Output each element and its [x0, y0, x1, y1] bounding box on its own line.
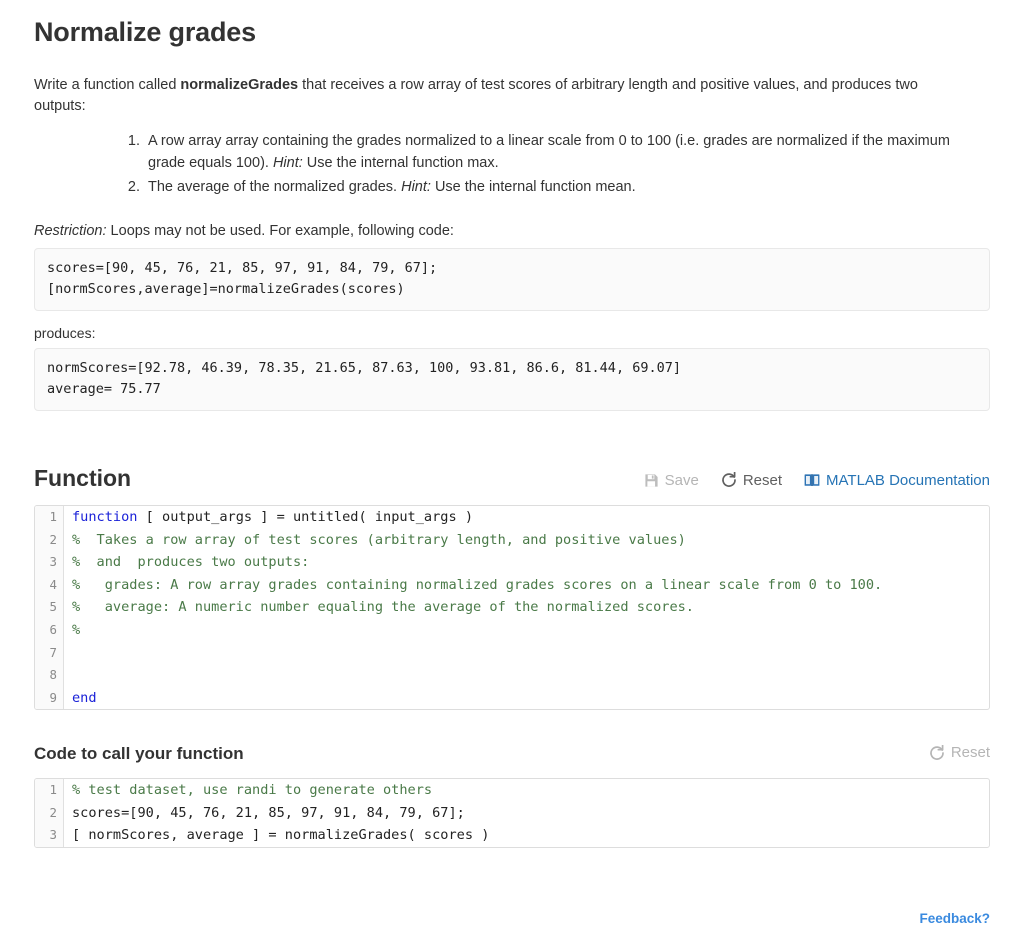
- code-text[interactable]: %: [64, 619, 989, 642]
- line-number: 4: [35, 573, 64, 597]
- produces-label: produces:: [34, 324, 96, 341]
- refresh-icon: [929, 744, 945, 761]
- line-number: 1: [35, 778, 64, 802]
- page-title: Normalize grades: [34, 17, 256, 47]
- code-text[interactable]: function [ output_args ] = untitled( inp…: [64, 506, 989, 529]
- call-toolbar: Reset: [929, 744, 990, 764]
- code-token: % average: A numeric number equaling the…: [72, 599, 694, 616]
- function-toolbar: Save Reset MATLAB Documentation: [644, 472, 990, 491]
- code-text[interactable]: % average: A numeric number equaling the…: [64, 596, 989, 619]
- code-line[interactable]: 6 %: [35, 619, 989, 642]
- code-text[interactable]: end: [64, 687, 989, 710]
- save-label: Save: [664, 471, 699, 489]
- code-line[interactable]: 8: [35, 664, 989, 687]
- example-output-block: normScores=[92.78, 46.39, 78.35, 21.65, …: [34, 347, 990, 411]
- function-code-editor[interactable]: 1 function [ output_args ] = untitled( i…: [34, 505, 990, 711]
- code-token: function: [72, 509, 138, 526]
- intro-text-before: Write a function called: [34, 77, 181, 94]
- line-number: 2: [35, 801, 64, 825]
- code-token: end: [72, 689, 97, 706]
- code-text[interactable]: % and produces two outputs:: [64, 551, 989, 574]
- code-line[interactable]: 7: [35, 641, 989, 665]
- line-number: 2: [35, 528, 64, 552]
- restriction-label: Restriction:: [34, 222, 107, 239]
- refresh-icon: [721, 472, 737, 488]
- call-code-editor[interactable]: 1 % test dataset, use randi to generate …: [34, 777, 990, 848]
- call-editor-lines: 1 % test dataset, use randi to generate …: [35, 778, 989, 847]
- code-token: % and produces two outputs:: [72, 554, 310, 571]
- function-editor-lines: 1 function [ output_args ] = untitled( i…: [35, 506, 989, 710]
- floppy-disk-icon: [644, 473, 659, 488]
- call-heading: Code to call your function: [34, 744, 244, 764]
- code-text[interactable]: % Takes a row array of test scores (arbi…: [64, 529, 989, 552]
- output-hint-1: Use the internal function max.: [302, 155, 499, 172]
- outputs-list: A row array array containing the grades …: [34, 131, 990, 198]
- function-heading: Function: [34, 464, 132, 491]
- reset-label: Reset: [742, 471, 783, 489]
- code-token: [ normScores, average ] = normalizeGrade…: [72, 827, 490, 844]
- example-code-block: scores=[90, 45, 76, 21, 85, 97, 91, 84, …: [34, 247, 990, 311]
- code-line[interactable]: 1 function [ output_args ] = untitled( i…: [35, 506, 989, 529]
- line-number: 6: [35, 619, 64, 642]
- list-item: A row array array containing the grades …: [144, 131, 990, 175]
- line-number: 3: [35, 551, 64, 574]
- code-line[interactable]: 2 % Takes a row array of test scores (ar…: [35, 528, 989, 552]
- code-line[interactable]: 3 [ normScores, average ] = normalizeGra…: [35, 824, 989, 847]
- matlab-documentation-link[interactable]: MATLAB Documentation: [804, 473, 990, 488]
- code-token: % test dataset, use randi to generate ot…: [72, 781, 433, 798]
- restriction-body: Loops may not be used. For example, foll…: [106, 222, 454, 239]
- function-section-header: Function Save Reset MATLAB Documentation: [34, 465, 990, 491]
- code-line[interactable]: 2 scores=[90, 45, 76, 21, 85, 97, 91, 84…: [35, 801, 989, 825]
- line-number: 1: [35, 506, 64, 529]
- line-number: 5: [35, 596, 64, 620]
- code-line[interactable]: 3 % and produces two outputs:: [35, 551, 989, 574]
- line-number: 7: [35, 641, 64, 665]
- restriction-text: Restriction: Loops may not be used. For …: [34, 221, 990, 241]
- hint-label-1: Hint:: [272, 155, 303, 172]
- code-line[interactable]: 9 end: [35, 686, 989, 710]
- save-button[interactable]: Save: [644, 473, 699, 488]
- book-icon: [804, 473, 820, 488]
- code-token: [ output_args ] = untitled( input_args ): [137, 509, 474, 526]
- feedback-link[interactable]: Feedback?: [919, 911, 990, 926]
- line-number: 3: [35, 824, 64, 847]
- output-text-2: The average of the normalized grades.: [148, 178, 402, 195]
- code-text[interactable]: [ normScores, average ] = normalizeGrade…: [64, 824, 989, 847]
- code-text[interactable]: % test dataset, use randi to generate ot…: [64, 779, 989, 802]
- output-hint-2: Use the internal function mean.: [430, 178, 636, 195]
- hint-label-2: Hint:: [401, 178, 431, 195]
- code-text[interactable]: % grades: A row array grades containing …: [64, 574, 989, 597]
- reset-call-button[interactable]: Reset: [929, 744, 990, 762]
- code-token: %: [72, 622, 81, 639]
- output-text-1: A row array array containing the grades …: [148, 133, 950, 172]
- assignment-page: Normalize grades Write a function called…: [0, 16, 1024, 938]
- list-item: The average of the normalized grades. Hi…: [144, 177, 990, 199]
- matlab-documentation-label: MATLAB Documentation: [826, 471, 990, 489]
- line-number: 8: [35, 664, 64, 687]
- code-text[interactable]: scores=[90, 45, 76, 21, 85, 97, 91, 84, …: [64, 802, 989, 825]
- code-text[interactable]: [64, 642, 989, 665]
- code-token: scores=[90, 45, 76, 21, 85, 97, 91, 84, …: [72, 804, 465, 821]
- call-section-header: Code to call your function Reset: [34, 744, 990, 764]
- code-line[interactable]: 5 % average: A numeric number equaling t…: [35, 596, 989, 620]
- code-token: % grades: A row array grades containing …: [72, 576, 883, 593]
- code-line[interactable]: 4 % grades: A row array grades containin…: [35, 573, 989, 597]
- reset-function-button[interactable]: Reset: [721, 472, 782, 488]
- code-token: % Takes a row array of test scores (arbi…: [72, 531, 686, 548]
- code-line[interactable]: 1 % test dataset, use randi to generate …: [35, 778, 989, 802]
- code-text[interactable]: [64, 664, 989, 687]
- problem-intro: Write a function called normalizeGrades …: [34, 75, 969, 117]
- line-number: 9: [35, 686, 64, 710]
- reset-label: Reset: [950, 744, 990, 762]
- function-name-bold: normalizeGrades: [180, 77, 299, 94]
